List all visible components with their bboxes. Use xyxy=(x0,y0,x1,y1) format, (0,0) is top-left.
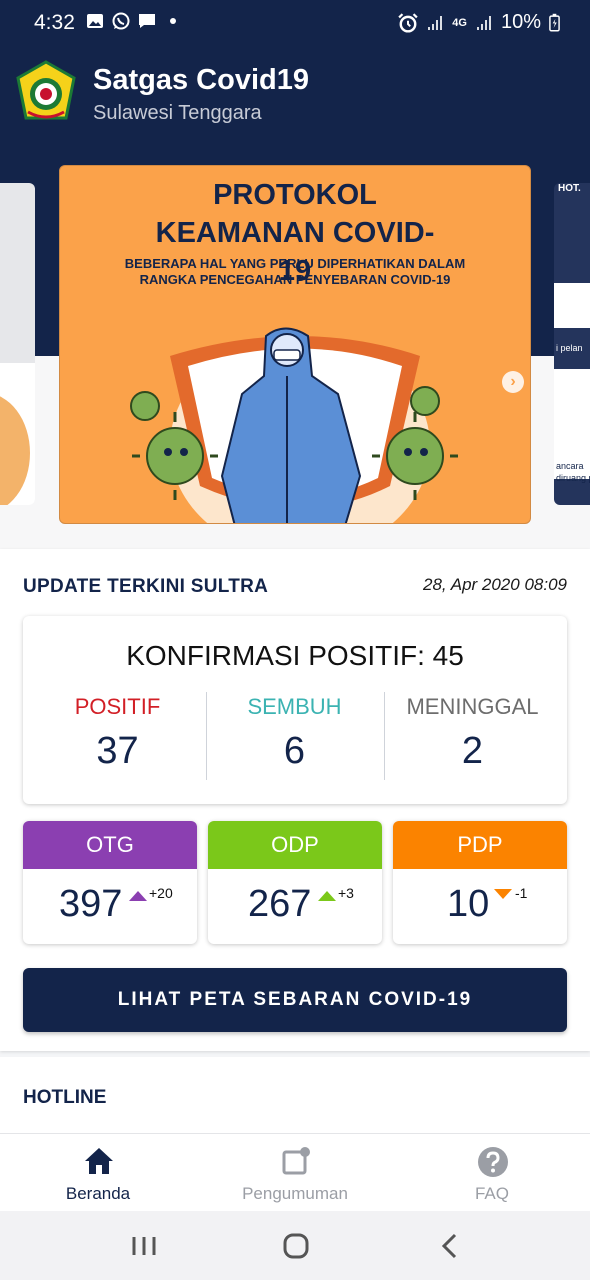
positif-value: 37 xyxy=(96,730,139,772)
next-slide-text-1: i pelan xyxy=(556,343,583,353)
positif-label: POSITIF xyxy=(74,694,161,719)
status-bar: 4:32 4G 10% xyxy=(0,0,590,46)
carousel-slide-previous[interactable] xyxy=(0,183,35,505)
system-status-icons: 4G 10% xyxy=(398,11,560,34)
confirmed-summary-card: KONFIRMASI POSITIF: 45 POSITIF 37 SEMBUH… xyxy=(23,616,567,804)
app-subtitle: Sulawesi Tenggara xyxy=(93,102,262,124)
message-icon xyxy=(139,14,155,28)
battery-icon xyxy=(549,13,560,32)
odp-label: ODP xyxy=(208,821,382,869)
next-slide-panel-1 xyxy=(554,283,590,328)
odp-delta: +3 xyxy=(338,885,354,901)
otg-body: 397 +20 xyxy=(23,869,197,944)
announcement-icon xyxy=(282,1147,310,1175)
nav-item-home[interactable]: Beranda xyxy=(0,1134,196,1212)
hazmat-illustration xyxy=(130,327,458,523)
update-timestamp: 28, Apr 2020 08:09 xyxy=(423,575,567,594)
signal-icon xyxy=(428,15,443,30)
bottom-navigation: Beranda Pengumuman FAQ xyxy=(0,1133,590,1211)
app-header: Satgas Covid19 Sulawesi Tenggara xyxy=(0,46,590,141)
otg-delta: +20 xyxy=(149,885,173,901)
system-navigation-bar xyxy=(0,1211,590,1280)
sembuh-value: 6 xyxy=(283,730,306,772)
nav-label-home: Beranda xyxy=(65,1184,131,1203)
battery-percent: 10% xyxy=(500,11,541,33)
pdp-delta: -1 xyxy=(515,885,528,901)
home-button-icon[interactable] xyxy=(276,1231,316,1261)
confirmed-total: KONFIRMASI POSITIF: 45 xyxy=(126,640,464,671)
meninggal-value: 2 xyxy=(461,730,484,772)
positif-stat: POSITIF 37 xyxy=(27,694,208,773)
meninggal-label: MENINGGAL xyxy=(406,694,539,719)
next-slide-header: HOT. xyxy=(558,183,581,194)
banner-carousel[interactable]: PROTOKOL KEAMANAN COVID-19 BEBERAPA HAL … xyxy=(0,141,590,549)
nav-item-faq[interactable]: FAQ xyxy=(394,1134,590,1212)
odp-body: 267 +3 xyxy=(208,869,382,944)
triangle-up-icon xyxy=(318,891,336,901)
pdp-body: 10 -1 xyxy=(393,869,567,944)
alarm-icon xyxy=(398,12,418,33)
next-slide-text-2: ancara xyxy=(556,461,584,471)
signal-icon-2 xyxy=(476,15,491,30)
whatsapp-icon xyxy=(112,12,130,30)
hotline-section: HOTLINE xyxy=(0,1057,590,1133)
home-icon xyxy=(85,1148,113,1174)
otg-card: OTG 397 +20 xyxy=(23,821,197,944)
nav-label-faq: FAQ xyxy=(474,1184,509,1203)
pdp-label: PDP xyxy=(393,821,567,869)
hotline-title: HOTLINE xyxy=(23,1087,107,1108)
slide-subtitle-text: BEBERAPA HAL YANG PERLU DIPERHATIKAN DAL… xyxy=(124,256,466,287)
province-logo xyxy=(16,60,76,120)
odp-value: 267 xyxy=(248,883,312,925)
otg-label: OTG xyxy=(23,821,197,869)
meninggal-stat: MENINGGAL 2 xyxy=(382,694,563,773)
carousel-slide-next[interactable]: HOT. i pelan ancara diruang p xyxy=(554,183,590,505)
status-time: 4:32 xyxy=(34,11,75,34)
triangle-down-icon xyxy=(494,889,512,899)
back-icon[interactable] xyxy=(430,1231,470,1261)
sembuh-label: SEMBUH xyxy=(247,694,342,719)
carousel-slide-current[interactable]: PROTOKOL KEAMANAN COVID-19 BEBERAPA HAL … xyxy=(59,165,531,524)
update-title: UPDATE TERKINI SULTRA xyxy=(23,576,269,597)
notification-icons xyxy=(86,12,176,30)
sembuh-stat: SEMBUH 6 xyxy=(204,694,385,773)
help-icon xyxy=(478,1147,508,1177)
network-type: 4G xyxy=(452,16,467,29)
odp-card: ODP 267 +3 xyxy=(208,821,382,944)
otg-value: 397 xyxy=(59,883,123,925)
update-section: UPDATE TERKINI SULTRA 28, Apr 2020 08:09… xyxy=(0,549,590,1051)
next-slide-text-3: diruang p xyxy=(556,473,590,483)
recent-apps-icon[interactable] xyxy=(124,1231,164,1261)
carousel-next-button[interactable]: › xyxy=(502,371,524,393)
gallery-icon xyxy=(87,14,103,28)
app-title: Satgas Covid19 xyxy=(93,64,309,96)
nav-label-announcements: Pengumuman xyxy=(242,1184,348,1203)
pdp-card: PDP 10 -1 xyxy=(393,821,567,944)
pdp-value: 10 xyxy=(447,883,490,925)
triangle-up-icon xyxy=(129,891,147,901)
slide-subtitle: BEBERAPA HAL YANG PERLU DIPERHATIKAN DAL… xyxy=(60,256,530,288)
nav-item-announcements[interactable]: Pengumuman xyxy=(197,1134,393,1212)
view-map-button[interactable]: LIHAT PETA SEBARAN COVID-19 xyxy=(23,968,567,1032)
more-dot-icon xyxy=(170,18,176,24)
